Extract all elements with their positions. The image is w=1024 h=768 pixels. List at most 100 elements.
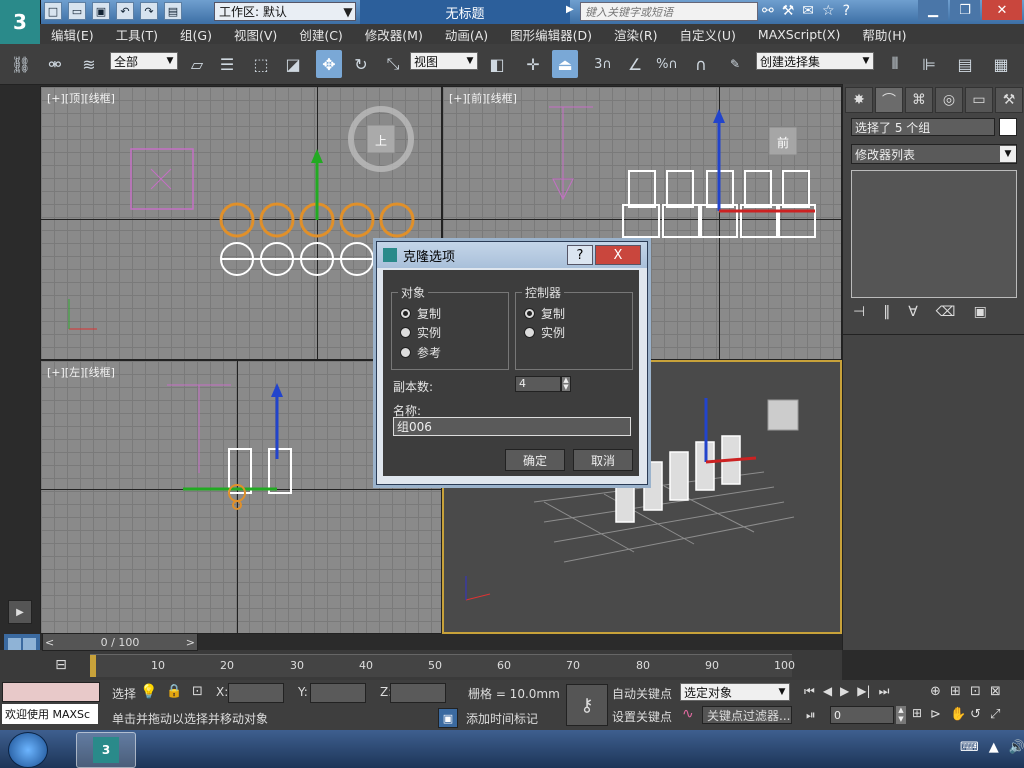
keyboard-shortcut-override-icon[interactable]: ⏏ xyxy=(552,50,578,78)
move-tool-icon[interactable]: ✥ xyxy=(316,50,342,78)
named-selection-dropdown[interactable]: 创建选择集 ▼ xyxy=(756,52,874,70)
redo-icon[interactable]: ↷ xyxy=(140,2,158,20)
select-by-name-icon[interactable]: ☰ xyxy=(214,50,240,78)
spinner-snap-icon[interactable]: ∩ xyxy=(688,50,714,78)
x-coordinate-field[interactable] xyxy=(228,683,284,703)
communication-icon[interactable]: ✉ xyxy=(802,3,814,19)
volume-icon[interactable]: 🔊 xyxy=(1009,740,1024,755)
menu-rendering[interactable]: 渲染(R) xyxy=(603,25,668,44)
layer-manager-icon[interactable]: ▤ xyxy=(952,50,978,78)
maximize-button[interactable]: ❐ xyxy=(950,0,980,20)
copies-input[interactable]: 4 xyxy=(515,376,561,392)
workspace-dropdown[interactable]: 工作区: 默认 ▼ xyxy=(214,2,356,21)
maxscript-listener-mini[interactable] xyxy=(2,682,100,702)
menu-group[interactable]: 组(G) xyxy=(169,25,223,44)
menu-maxscript[interactable]: MAXScript(X) xyxy=(747,27,851,42)
remove-modifier-icon[interactable]: ⌫ xyxy=(936,304,956,320)
previous-frame-icon[interactable]: ◀ xyxy=(823,684,832,699)
next-frame-icon[interactable]: ▶| xyxy=(857,684,870,699)
project-folder-icon[interactable]: ▤ xyxy=(164,2,182,20)
select-manipulate-icon[interactable]: ✛ xyxy=(520,50,546,78)
menu-create[interactable]: 创建(C) xyxy=(288,25,353,44)
track-bar[interactable]: 10 20 30 40 50 60 70 80 90 100 xyxy=(90,654,795,677)
field-of-view-icon[interactable]: ⊳ xyxy=(930,707,950,722)
close-button[interactable]: ✕ xyxy=(982,0,1022,20)
edit-named-selection-icon[interactable]: ✎ xyxy=(722,50,748,78)
modifier-list-dropdown[interactable]: 修改器列表 ▼ xyxy=(851,144,1017,164)
snap-3d-icon[interactable]: 3 ∩ xyxy=(590,50,616,78)
binoculars-icon[interactable]: ⚯ xyxy=(762,3,774,19)
app-logo[interactable]: 3 xyxy=(0,0,41,44)
frame-spinner[interactable]: ▲ ▼ xyxy=(896,706,906,724)
show-end-result-icon[interactable]: ‖ xyxy=(883,304,890,320)
open-file-icon[interactable]: ▭ xyxy=(68,2,86,20)
add-time-tag-label[interactable]: 添加时间标记 xyxy=(466,710,538,727)
controller-instance-radio[interactable]: 实例 xyxy=(524,324,565,341)
go-to-end-icon[interactable]: ⏭ xyxy=(879,684,890,699)
menu-edit[interactable]: 编辑(E) xyxy=(40,25,105,44)
set-key-button[interactable]: 设置关键点 xyxy=(612,708,672,725)
keyboard-icon[interactable]: ⌨ xyxy=(960,740,979,755)
create-tab-icon[interactable]: ✸ xyxy=(845,87,873,113)
time-prev-icon[interactable]: < xyxy=(45,636,54,649)
zoom-icon[interactable]: ⊕ xyxy=(930,684,950,699)
expand-panel-arrow-icon[interactable]: ▶ xyxy=(8,600,32,624)
copies-spinner[interactable]: ▲ ▼ xyxy=(561,376,571,392)
menu-animation[interactable]: 动画(A) xyxy=(434,25,499,44)
welcome-field[interactable]: 欢迎使用 MAXSc xyxy=(2,704,98,724)
cancel-button[interactable]: 取消 xyxy=(573,449,633,471)
favorites-star-icon[interactable]: ☆ xyxy=(822,3,835,19)
modifier-stack-list[interactable] xyxy=(851,170,1017,298)
key-tool-icon[interactable]: ⚒ xyxy=(782,3,795,19)
zoom-extents-all-icon[interactable]: ⊠ xyxy=(990,684,1010,699)
menu-customize[interactable]: 自定义(U) xyxy=(669,25,747,44)
link-icon[interactable]: ⛓ xyxy=(8,50,34,78)
time-next-icon[interactable]: > xyxy=(186,636,195,649)
scale-tool-icon[interactable]: ⤡ xyxy=(380,50,406,78)
isolate-bulb-icon[interactable]: 💡 xyxy=(140,684,157,700)
current-frame-marker[interactable] xyxy=(90,655,96,677)
zoom-all-icon[interactable]: ⊞ xyxy=(950,684,970,699)
pivot-center-icon[interactable]: ◧ xyxy=(484,50,510,78)
pin-stack-icon[interactable]: ⊣ xyxy=(853,304,865,320)
menu-tools[interactable]: 工具(T) xyxy=(105,25,169,44)
ok-button[interactable]: 确定 xyxy=(505,449,565,471)
go-to-start-icon[interactable]: ⏮ xyxy=(804,684,815,699)
menu-help[interactable]: 帮助(H) xyxy=(851,25,917,44)
undo-icon[interactable]: ↶ xyxy=(116,2,134,20)
rotate-tool-icon[interactable]: ↻ xyxy=(348,50,374,78)
search-input[interactable]: 键入关键字或短语 xyxy=(580,2,758,21)
dialog-help-button[interactable]: ? xyxy=(567,245,593,265)
y-coordinate-field[interactable] xyxy=(310,683,366,703)
display-tab-icon[interactable]: ▭ xyxy=(965,87,993,113)
bind-space-warp-icon[interactable]: ≋ xyxy=(76,50,102,78)
z-coordinate-field[interactable] xyxy=(390,683,446,703)
unlink-icon[interactable]: ⚮ xyxy=(42,50,68,78)
controller-copy-radio[interactable]: 复制 xyxy=(524,305,565,322)
tray-expand-icon[interactable]: ▲ xyxy=(989,740,999,755)
taskbar-3dsmax-button[interactable]: 3 xyxy=(76,732,136,768)
object-instance-radio[interactable]: 实例 xyxy=(400,324,441,341)
start-button[interactable] xyxy=(8,732,48,768)
set-key-icon[interactable]: ⚷ xyxy=(566,684,608,726)
new-file-icon[interactable]: □ xyxy=(44,2,62,20)
mirror-icon[interactable]: ⫴ xyxy=(882,50,908,78)
menu-views[interactable]: 视图(V) xyxy=(223,25,288,44)
configure-sets-icon[interactable]: ▣ xyxy=(974,304,987,320)
expand-arrow-icon[interactable]: ▶ xyxy=(566,4,574,15)
selection-filter-dropdown[interactable]: 全部 ▼ xyxy=(110,52,178,70)
window-crossing-icon[interactable]: ◪ xyxy=(280,50,306,78)
time-tag-icon[interactable]: ▣ xyxy=(438,708,458,728)
orbit-icon[interactable]: ↺ xyxy=(970,707,990,722)
hierarchy-tab-icon[interactable]: ⌘ xyxy=(905,87,933,113)
current-frame-field[interactable]: 0 xyxy=(830,706,894,724)
absolute-mode-icon[interactable]: ⊡ xyxy=(192,684,203,699)
angle-snap-icon[interactable]: ∠ xyxy=(622,50,648,78)
help-icon[interactable]: ? xyxy=(843,3,850,19)
menu-modifiers[interactable]: 修改器(M) xyxy=(354,25,434,44)
minimize-button[interactable]: ▁ xyxy=(918,0,948,20)
object-copy-radio[interactable]: 复制 xyxy=(400,305,441,322)
selection-lock-icon[interactable]: 🔒 xyxy=(166,684,182,699)
dialog-close-button[interactable]: X xyxy=(595,245,641,265)
motion-tab-icon[interactable]: ◎ xyxy=(935,87,963,113)
